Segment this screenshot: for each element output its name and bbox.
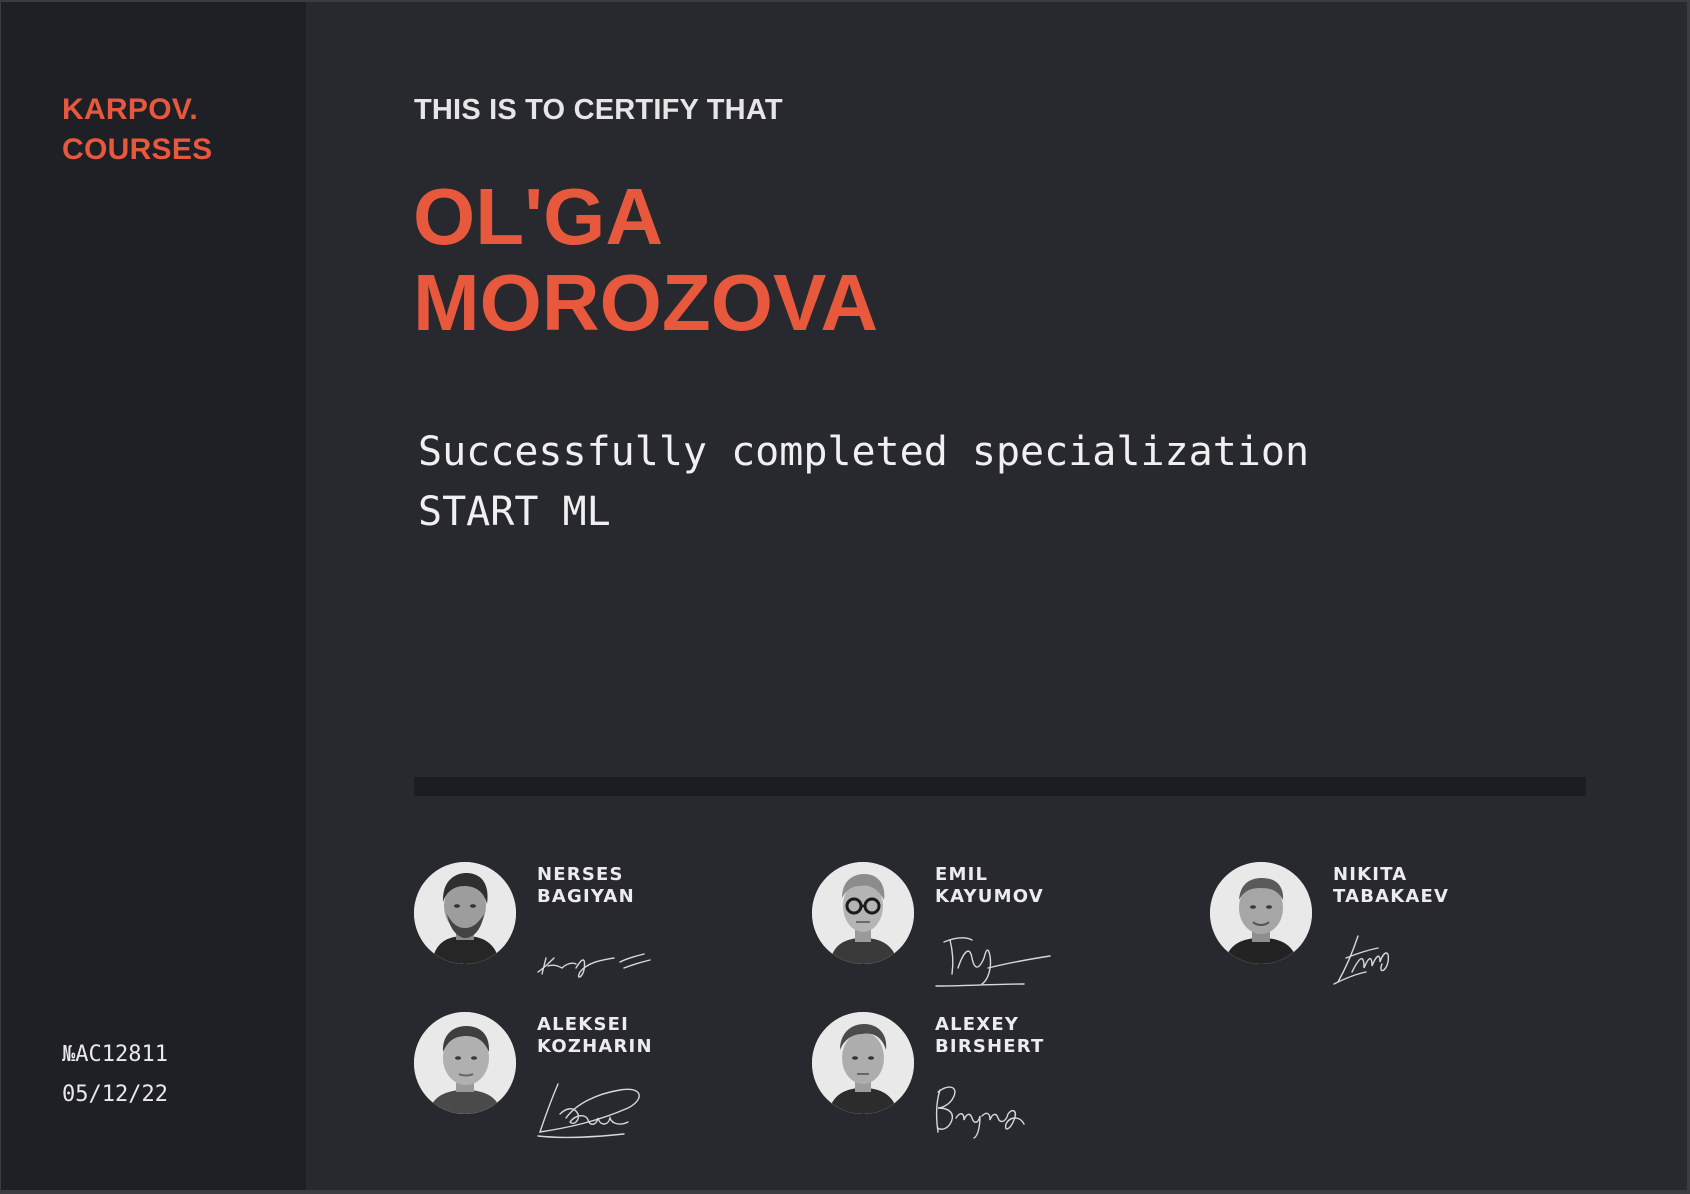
sidebar: KARPOV. COURSES №AC12811 05/12/22	[1, 2, 306, 1190]
certificate-body: THIS IS TO CERTIFY THAT OL'GA MOROZOVA S…	[306, 2, 1687, 1190]
avatar	[812, 862, 914, 964]
signature	[935, 937, 1051, 987]
recipient-last-name: MOROZOVA	[413, 258, 879, 347]
signer-last-name: BAGIYAN	[537, 886, 635, 907]
signature	[537, 1083, 640, 1139]
avatar	[1210, 862, 1312, 964]
brand-line-2: COURSES	[62, 133, 213, 166]
signer-card: ALEKSEI KOZHARIN	[414, 1012, 794, 1142]
brand-line-1: KARPOV.	[62, 93, 199, 126]
signer-name: NIKITA TABAKAEV	[1333, 864, 1449, 908]
certificate-meta: №AC12811 05/12/22	[62, 1035, 168, 1115]
signer-name: NERSES BAGIYAN	[537, 864, 635, 908]
signer-first-name: EMIL	[935, 864, 989, 885]
divider	[414, 777, 1586, 796]
signer-first-name: ALEKSEI	[537, 1014, 630, 1035]
specialization-name: START ML	[418, 489, 611, 535]
signer-first-name: ALEXEY	[935, 1014, 1020, 1035]
statement-line: Successfully completed specialization	[418, 429, 1310, 475]
certify-heading: THIS IS TO CERTIFY THAT	[414, 94, 783, 126]
signature	[537, 953, 651, 978]
signature	[935, 1086, 1025, 1139]
certificate-number: №AC12811	[62, 1042, 168, 1067]
signer-last-name: KOZHARIN	[537, 1036, 653, 1057]
avatar	[414, 862, 516, 964]
recipient-first-name: OL'GA	[413, 172, 664, 261]
signer-card: EMIL KAYUMOV	[812, 862, 1192, 992]
certificate: KARPOV. COURSES №AC12811 05/12/22 THIS I…	[1, 2, 1687, 1190]
signer-first-name: NIKITA	[1333, 864, 1408, 885]
signer-last-name: KAYUMOV	[935, 886, 1044, 907]
signer-last-name: BIRSHERT	[935, 1036, 1045, 1057]
certificate-date: 05/12/22	[62, 1082, 168, 1107]
brand-logo: KARPOV. COURSES	[62, 90, 212, 170]
completion-statement: Successfully completed specialization ST…	[418, 422, 1309, 542]
avatar	[414, 1012, 516, 1114]
avatar	[812, 1012, 914, 1114]
recipient-name: OL'GA MOROZOVA	[413, 174, 878, 346]
signer-last-name: TABAKAEV	[1333, 886, 1450, 907]
signer-card: ALEXEY BIRSHERT	[812, 1012, 1192, 1142]
signer-name: EMIL KAYUMOV	[935, 864, 1044, 908]
signer-first-name: NERSES	[537, 864, 624, 885]
signer-name: ALEKSEI KOZHARIN	[537, 1014, 653, 1058]
signer-name: ALEXEY BIRSHERT	[935, 1014, 1045, 1058]
signer-card: NERSES BAGIYAN	[414, 862, 794, 992]
signature	[1333, 935, 1390, 985]
signer-card: NIKITA TABAKAEV	[1210, 862, 1590, 992]
